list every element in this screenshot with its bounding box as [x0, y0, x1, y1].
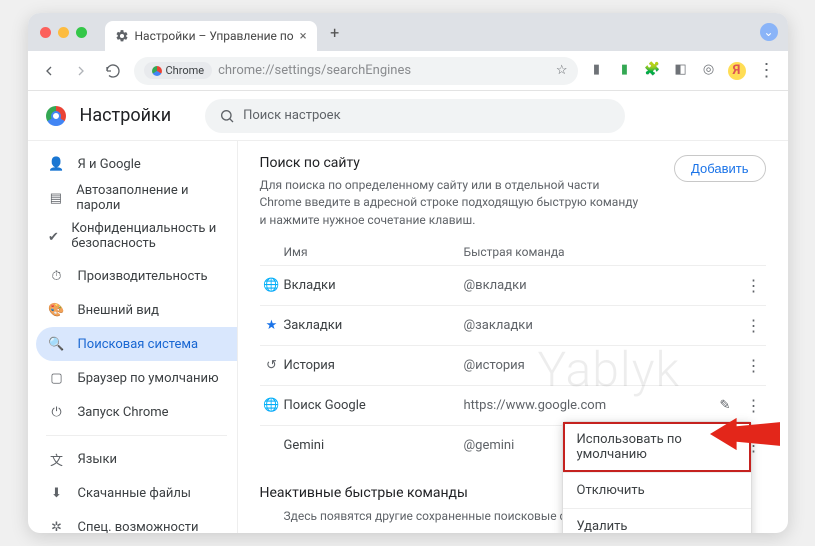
history-icon: ↺ — [260, 358, 284, 373]
page-title: Настройки — [80, 105, 172, 126]
ext-icon-3[interactable]: ◧ — [672, 62, 690, 80]
speed-icon: ⏱ — [48, 269, 66, 284]
sidebar-item-google[interactable]: 👤Я и Google — [36, 147, 237, 181]
menu-item-default[interactable]: Использовать по умолчанию — [563, 422, 751, 472]
close-tab-icon[interactable]: × — [300, 29, 307, 44]
chevron-down-icon[interactable]: ⌄ — [760, 23, 778, 41]
star-icon: ★ — [260, 318, 284, 333]
browser-icon: ▢ — [48, 371, 66, 386]
browser-window: Настройки – Управление по × + ⌄ Chrome c… — [28, 13, 788, 533]
forward-button[interactable] — [70, 60, 92, 82]
power-icon: ⏻ — [48, 405, 66, 420]
download-icon: ⬇ — [48, 486, 66, 501]
gear-icon — [115, 29, 129, 43]
window-controls — [40, 27, 87, 38]
section-description: Для поиска по определенному сайту или в … — [260, 177, 640, 229]
sidebar-item-appearance[interactable]: 🎨Внешний вид — [36, 293, 237, 327]
settings-header: Настройки Поиск настроек — [28, 91, 788, 141]
settings-search[interactable]: Поиск настроек — [205, 99, 625, 133]
sidebar-item-startup[interactable]: ⏻Запуск Chrome — [36, 395, 237, 429]
address-bar[interactable]: Chrome chrome://settings/searchEngines ☆ — [134, 57, 578, 85]
settings-main: Поиск по сайту Для поиска по определенно… — [238, 141, 788, 533]
col-name: Имя — [284, 245, 464, 259]
a11y-icon: ✲ — [48, 520, 66, 534]
new-tab-button[interactable]: + — [323, 20, 347, 44]
minimize-window-button[interactable] — [58, 27, 69, 38]
reload-button[interactable] — [102, 60, 124, 82]
sidebar-item-default-browser[interactable]: ▢Браузер по умолчанию — [36, 361, 237, 395]
browser-menu-button[interactable]: ⋮ — [756, 60, 778, 82]
close-window-button[interactable] — [40, 27, 51, 38]
window-titlebar: Настройки – Управление по × + ⌄ — [28, 13, 788, 51]
sidebar-item-search[interactable]: 🔍Поисковая система — [36, 327, 237, 361]
row-more-button[interactable]: ⋮ — [742, 316, 766, 335]
add-button[interactable]: Добавить — [674, 155, 765, 182]
section-title: Поиск по сайту — [260, 155, 640, 171]
menu-item-delete[interactable]: Удалить — [563, 508, 751, 533]
table-row: 🌐 Вкладки @вкладки ⋮ — [260, 265, 766, 305]
zoom-window-button[interactable] — [76, 27, 87, 38]
row-more-button[interactable]: ⋮ — [742, 356, 766, 375]
blank-icon — [260, 438, 284, 453]
sidebar-item-downloads[interactable]: ⬇Скачанные файлы — [36, 476, 237, 510]
ext-icon-2[interactable]: ▮ — [616, 62, 634, 80]
sidebar-item-accessibility[interactable]: ✲Спец. возможности — [36, 510, 237, 533]
table-row: 🌐 Поиск Google https://www.google.com ✎ … — [260, 385, 766, 425]
autofill-icon: ▤ — [48, 191, 65, 206]
sidebar-item-languages[interactable]: 文Языки — [36, 442, 237, 476]
ext-icon-1[interactable]: ▮ — [588, 62, 606, 80]
col-shortcut: Быстрая команда — [464, 245, 565, 259]
tab-title: Настройки – Управление по — [135, 29, 294, 43]
menu-item-disable[interactable]: Отключить — [563, 472, 751, 508]
bookmark-star-icon[interactable]: ☆ — [556, 63, 568, 78]
extensions-icon[interactable]: 🧩 — [644, 62, 662, 80]
ext-icon-4[interactable]: ◎ — [700, 62, 718, 80]
chrome-logo-icon — [152, 66, 162, 76]
chrome-chip: Chrome — [144, 62, 213, 79]
search-icon — [219, 108, 235, 124]
settings-sidebar: 👤Я и Google ▤Автозаполнение и пароли ✔Ко… — [28, 141, 238, 533]
search-placeholder: Поиск настроек — [243, 108, 341, 123]
yandex-ext-icon[interactable]: Я — [728, 62, 746, 80]
sidebar-item-performance[interactable]: ⏱Производительность — [36, 259, 237, 293]
search-icon: 🔍 — [48, 337, 66, 352]
chrome-logo-icon — [46, 106, 66, 126]
row-more-button[interactable]: ⋮ — [742, 396, 766, 415]
browser-toolbar: Chrome chrome://settings/searchEngines ☆… — [28, 51, 788, 91]
shield-icon: ✔ — [48, 230, 60, 245]
person-icon: 👤 — [48, 157, 66, 172]
extension-icons: ▮ ▮ 🧩 ◧ ◎ Я — [588, 62, 746, 80]
table-row: ★ Закладки @закладки ⋮ — [260, 305, 766, 345]
table-row: ↺ История @история ⋮ — [260, 345, 766, 385]
back-button[interactable] — [38, 60, 60, 82]
url-text: chrome://settings/searchEngines — [218, 63, 411, 78]
sidebar-item-autofill[interactable]: ▤Автозаполнение и пароли — [36, 181, 237, 215]
sidebar-item-privacy[interactable]: ✔Конфиденциальность и безопасность — [36, 215, 237, 259]
edit-icon[interactable]: ✎ — [720, 398, 742, 413]
palette-icon: 🎨 — [48, 303, 66, 318]
row-more-button[interactable]: ⋮ — [742, 276, 766, 295]
settings-body: 👤Я и Google ▤Автозаполнение и пароли ✔Ко… — [28, 141, 788, 533]
globe-icon: 🌐 — [260, 278, 284, 293]
table-header: Имя Быстрая команда — [260, 235, 766, 265]
context-menu: Использовать по умолчанию Отключить Удал… — [562, 421, 752, 533]
browser-tab[interactable]: Настройки – Управление по × — [105, 21, 317, 51]
globe-icon: 🌐 — [260, 398, 284, 413]
language-icon: 文 — [48, 450, 66, 469]
